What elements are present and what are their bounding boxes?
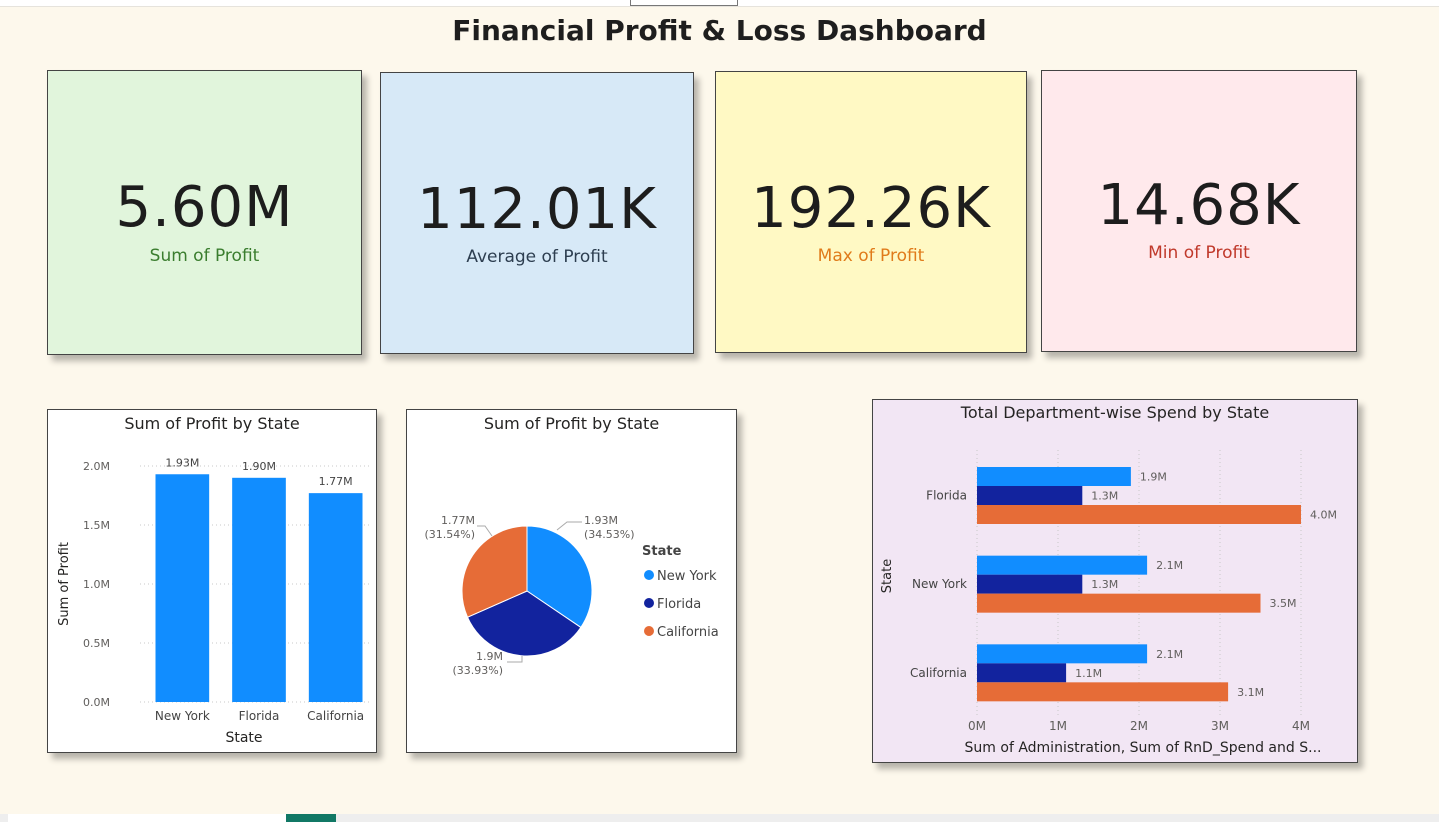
- slice-percent-label: (31.54%): [424, 528, 475, 541]
- bar-new-york-series-1: [977, 574, 1083, 594]
- kpi-value: 14.68K: [1097, 173, 1301, 238]
- slice-percent-label: (34.53%): [584, 528, 635, 541]
- data-label: 3.1M: [1237, 686, 1264, 699]
- bar-new-york: [155, 474, 210, 702]
- kpi-label: Min of Profit: [1148, 243, 1250, 263]
- active-page-tab[interactable]: [286, 814, 336, 822]
- legend-item-california: California: [657, 625, 719, 640]
- bar-florida-series-1: [977, 486, 1083, 505]
- x-tick-label: 2M: [1130, 719, 1148, 733]
- x-tick-label: 4M: [1292, 719, 1310, 733]
- data-label: 1.9M: [1140, 471, 1167, 484]
- y-tick-label: California: [910, 666, 967, 680]
- data-label: 2.1M: [1156, 648, 1183, 661]
- bar-california-series-0: [977, 644, 1148, 664]
- slice-value-label: 1.93M: [584, 514, 618, 527]
- kpi-card-average-profit[interactable]: 112.01K Average of Profit: [380, 72, 694, 354]
- slice-percent-label: (33.93%): [452, 664, 503, 677]
- y-tick-label: 0.5M: [83, 637, 110, 650]
- bar-california-series-1: [977, 663, 1067, 683]
- bar-new-york-series-2: [977, 593, 1261, 613]
- data-label: 3.5M: [1270, 597, 1297, 610]
- bar-new-york-series-0: [977, 555, 1148, 575]
- kpi-card-max-profit[interactable]: 192.26K Max of Profit: [715, 71, 1027, 353]
- x-axis-label: State: [225, 730, 262, 746]
- data-label: 1.3M: [1091, 578, 1118, 591]
- leader-line: [556, 521, 582, 531]
- data-label: 1.77M: [319, 475, 353, 488]
- y-tick-label: 1.0M: [83, 578, 110, 591]
- slice-value-label: 1.77M: [441, 514, 475, 527]
- x-tick-label: New York: [155, 709, 210, 723]
- y-tick-label: 2.0M: [83, 460, 110, 473]
- x-tick-label: California: [307, 709, 364, 723]
- data-label: 1.1M: [1075, 667, 1102, 680]
- legend-marker: [644, 570, 654, 580]
- x-tick-label: 0M: [968, 719, 986, 733]
- department-spend-bar-chart[interactable]: Total Department-wise Spend by State 0M 1…: [872, 399, 1358, 763]
- leader-line: [477, 525, 493, 537]
- page-selector-tab[interactable]: [630, 0, 738, 6]
- hbar-chart-svg: 0M 1M 2M 3M 4M Florida 1.9M 1.3M 4.0M New York 2.…: [880, 450, 1337, 756]
- bar-california-series-2: [977, 682, 1229, 702]
- leader-line: [507, 656, 523, 663]
- bar-florida-series-2: [977, 505, 1301, 524]
- slice-value-label: 1.9M: [476, 650, 503, 663]
- legend-marker: [644, 626, 654, 636]
- legend-title: State: [642, 544, 682, 559]
- legend-item-new-york: New York: [657, 569, 717, 584]
- x-tick-label: Florida: [239, 709, 280, 723]
- bar-florida-series-0: [977, 467, 1131, 486]
- x-axis-label: Sum of Administration, Sum of RnD_Spend …: [965, 740, 1322, 756]
- x-tick-label: 3M: [1211, 719, 1229, 733]
- y-tick-label: New York: [912, 577, 967, 591]
- legend-item-florida: Florida: [657, 597, 701, 612]
- kpi-card-sum-profit[interactable]: 5.60M Sum of Profit: [47, 70, 362, 355]
- data-label: 2.1M: [1156, 559, 1183, 572]
- kpi-label: Max of Profit: [817, 246, 925, 266]
- y-tick-label: 1.5M: [83, 519, 110, 532]
- column-chart-svg: 0.0M 0.5M 1.0M 1.5M 2.0M 1.93M New York 1.90M F…: [57, 456, 370, 746]
- bar-california: [308, 493, 363, 702]
- y-tick-label: 0.0M: [83, 696, 110, 709]
- kpi-value: 112.01K: [417, 177, 657, 242]
- kpi-value: 192.26K: [751, 176, 991, 241]
- y-axis-label: Sum of Profit: [57, 542, 72, 626]
- bar-florida: [232, 477, 286, 702]
- profit-by-state-column-chart[interactable]: Sum of Profit by State 0.0M 0.5M 1.0M 1.5M 2…: [47, 409, 377, 753]
- y-axis-label: State: [880, 559, 895, 593]
- page-tabs-area: [8, 814, 286, 822]
- legend-marker: [644, 598, 654, 608]
- kpi-value: 5.60M: [115, 175, 294, 240]
- y-tick-label: Florida: [926, 489, 967, 503]
- kpi-label: Sum of Profit: [149, 246, 260, 266]
- dashboard-title: Financial Profit & Loss Dashboard: [452, 14, 987, 47]
- profit-by-state-pie-chart[interactable]: Sum of Profit by State 1.93M (34.53%) 1.9M…: [406, 409, 737, 753]
- data-label: 4.0M: [1310, 509, 1337, 522]
- data-label: 1.3M: [1091, 490, 1118, 503]
- x-tick-label: 1M: [1049, 719, 1067, 733]
- data-label: 1.90M: [242, 460, 276, 473]
- kpi-card-min-profit[interactable]: 14.68K Min of Profit: [1041, 70, 1357, 352]
- pie-chart-svg: 1.93M(34.53%) 1.9M(33.93%) 1.77M(31.54%) S…: [424, 514, 719, 677]
- data-label: 1.93M: [165, 456, 199, 469]
- kpi-label: Average of Profit: [466, 247, 608, 267]
